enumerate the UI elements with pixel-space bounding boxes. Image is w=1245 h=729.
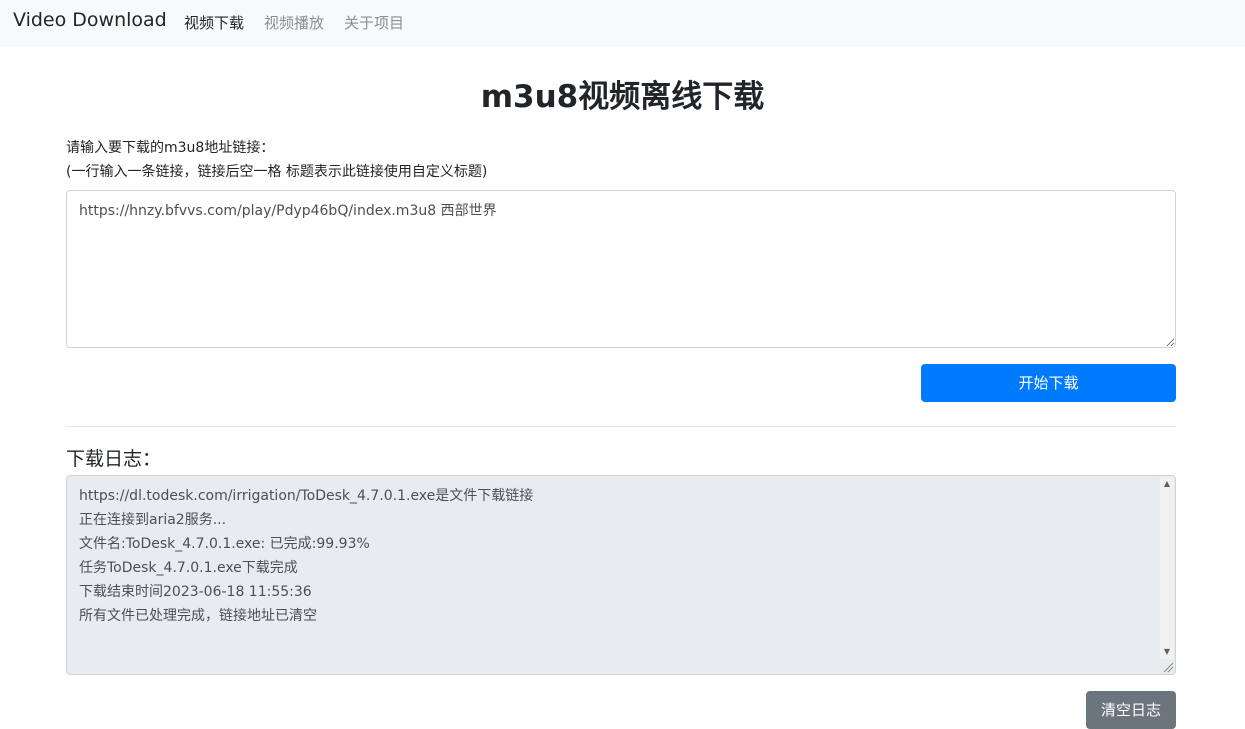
log-line: https://dl.todesk.com/irrigation/ToDesk_… bbox=[79, 488, 534, 504]
url-input-label: 请输入要下载的m3u8地址链接： bbox=[66, 140, 275, 156]
scroll-up-arrow-icon[interactable]: ▲ bbox=[1160, 477, 1174, 491]
log-scrollbar[interactable]: ▲ ▼ bbox=[1160, 477, 1174, 659]
nav-link-video-play[interactable]: 视频播放 bbox=[264, 12, 324, 33]
divider bbox=[66, 426, 1176, 427]
url-input[interactable]: https://hnzy.bfvvs.com/play/Pdyp46bQ/ind… bbox=[66, 190, 1176, 348]
scroll-down-arrow-icon[interactable]: ▼ bbox=[1160, 645, 1174, 659]
log-line: 任务ToDesk_4.7.0.1.exe下载完成 bbox=[79, 560, 298, 576]
log-line: 所有文件已处理完成，链接地址已清空 bbox=[79, 608, 317, 624]
log-line: 正在连接到aria2服务... bbox=[79, 512, 227, 528]
start-download-button[interactable]: 开始下载 bbox=[921, 364, 1176, 402]
navbar-brand[interactable]: Video Download bbox=[13, 9, 167, 31]
log-heading: 下载日志： bbox=[66, 448, 162, 470]
navbar: Video Download 视频下载 视频播放 关于项目 bbox=[0, 0, 1245, 47]
log-line: 下载结束时间2023-06-18 11:55:36 bbox=[79, 584, 312, 600]
log-lines: https://dl.todesk.com/irrigation/ToDesk_… bbox=[79, 484, 533, 628]
log-textarea[interactable]: https://dl.todesk.com/irrigation/ToDesk_… bbox=[66, 475, 1176, 675]
log-line: 文件名:ToDesk_4.7.0.1.exe: 已完成:99.93% bbox=[79, 536, 370, 552]
nav-link-video-download[interactable]: 视频下载 bbox=[184, 12, 244, 33]
clear-log-button[interactable]: 清空日志 bbox=[1086, 691, 1176, 729]
url-input-hint: (一行输入一条链接，链接后空一格 标题表示此链接使用自定义标题) bbox=[66, 164, 488, 180]
resize-grip-icon[interactable] bbox=[1162, 661, 1174, 673]
page-title: m3u8视频离线下载 bbox=[480, 79, 765, 115]
nav-link-about-project[interactable]: 关于项目 bbox=[344, 12, 404, 33]
